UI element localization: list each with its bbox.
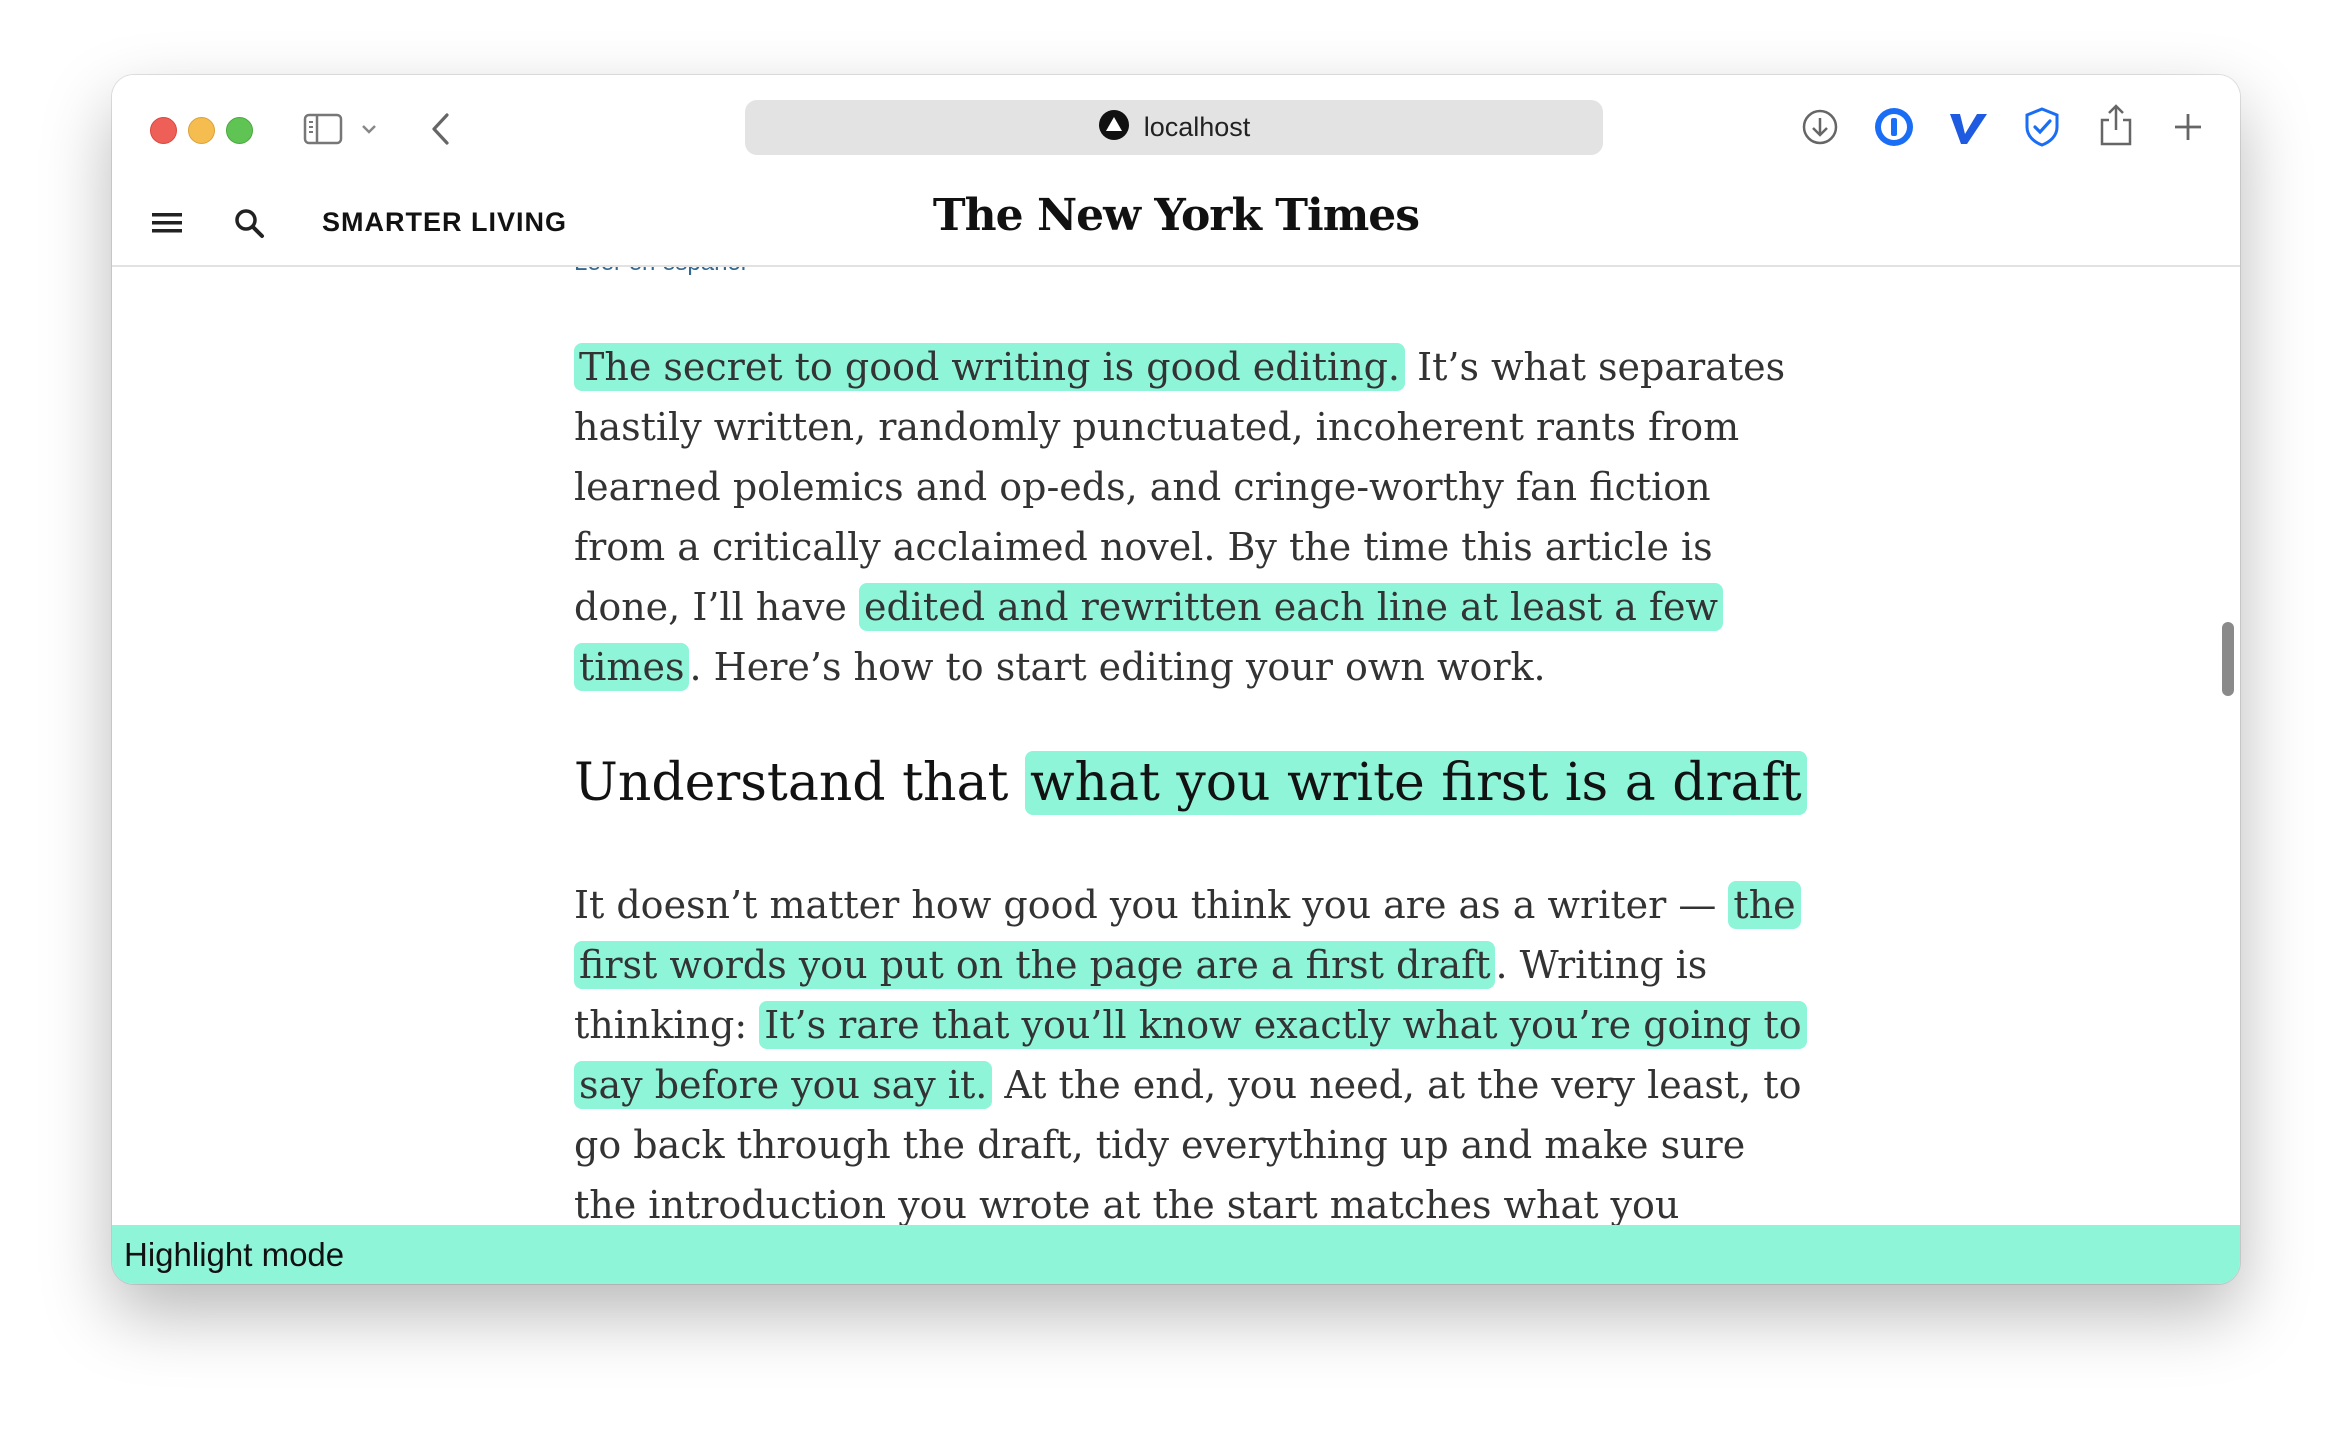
zoom-window-button[interactable] xyxy=(226,117,253,144)
close-window-button[interactable] xyxy=(150,117,177,144)
section-heading: Understand that what you write first is … xyxy=(574,751,1807,815)
v-extension-icon[interactable] xyxy=(1946,105,1990,149)
shield-check-icon[interactable] xyxy=(2020,105,2064,149)
browser-window: localhost SMARTER LIVING The New York Ti… xyxy=(112,75,2240,1284)
address-bar[interactable]: localhost xyxy=(745,100,1603,155)
paragraph-text: . Here’s how to start editing your own w… xyxy=(689,645,1546,689)
spanish-link[interactable]: Leer en español xyxy=(574,267,746,277)
onepassword-icon[interactable] xyxy=(1872,105,1916,149)
url-text: localhost xyxy=(1143,112,1251,142)
plus-icon[interactable] xyxy=(2168,107,2208,147)
highlight[interactable]: The secret to good writing is good editi… xyxy=(574,343,1406,391)
site-header: SMARTER LIVING The New York Times xyxy=(112,180,2240,267)
article-viewport: Leer en español The secret to good writi… xyxy=(112,267,2240,1227)
status-label: Highlight mode xyxy=(124,1235,345,1273)
browser-toolbar: localhost xyxy=(112,75,2240,180)
sidebar-icon[interactable] xyxy=(302,112,344,146)
paragraph-text: It doesn’t matter how good you think you… xyxy=(574,883,1729,927)
site-triangle-icon xyxy=(1098,109,1130,146)
chevron-down-icon[interactable] xyxy=(358,119,380,139)
minimize-window-button[interactable] xyxy=(188,117,215,144)
download-icon[interactable] xyxy=(1798,105,1842,149)
scrollbar-thumb[interactable] xyxy=(2222,622,2234,696)
article-paragraph: It doesn’t matter how good you think you… xyxy=(574,875,1814,1227)
highlight-mode-bar: Highlight mode xyxy=(112,1225,2240,1284)
share-icon[interactable] xyxy=(2094,101,2138,149)
highlight[interactable]: what you write first is a draft xyxy=(1024,751,1807,815)
back-icon[interactable] xyxy=(425,109,455,149)
article-paragraph: The secret to good writing is good editi… xyxy=(574,337,1794,697)
nyt-logo[interactable]: The New York Times xyxy=(112,190,2240,241)
heading-text: Understand that xyxy=(574,753,1025,813)
